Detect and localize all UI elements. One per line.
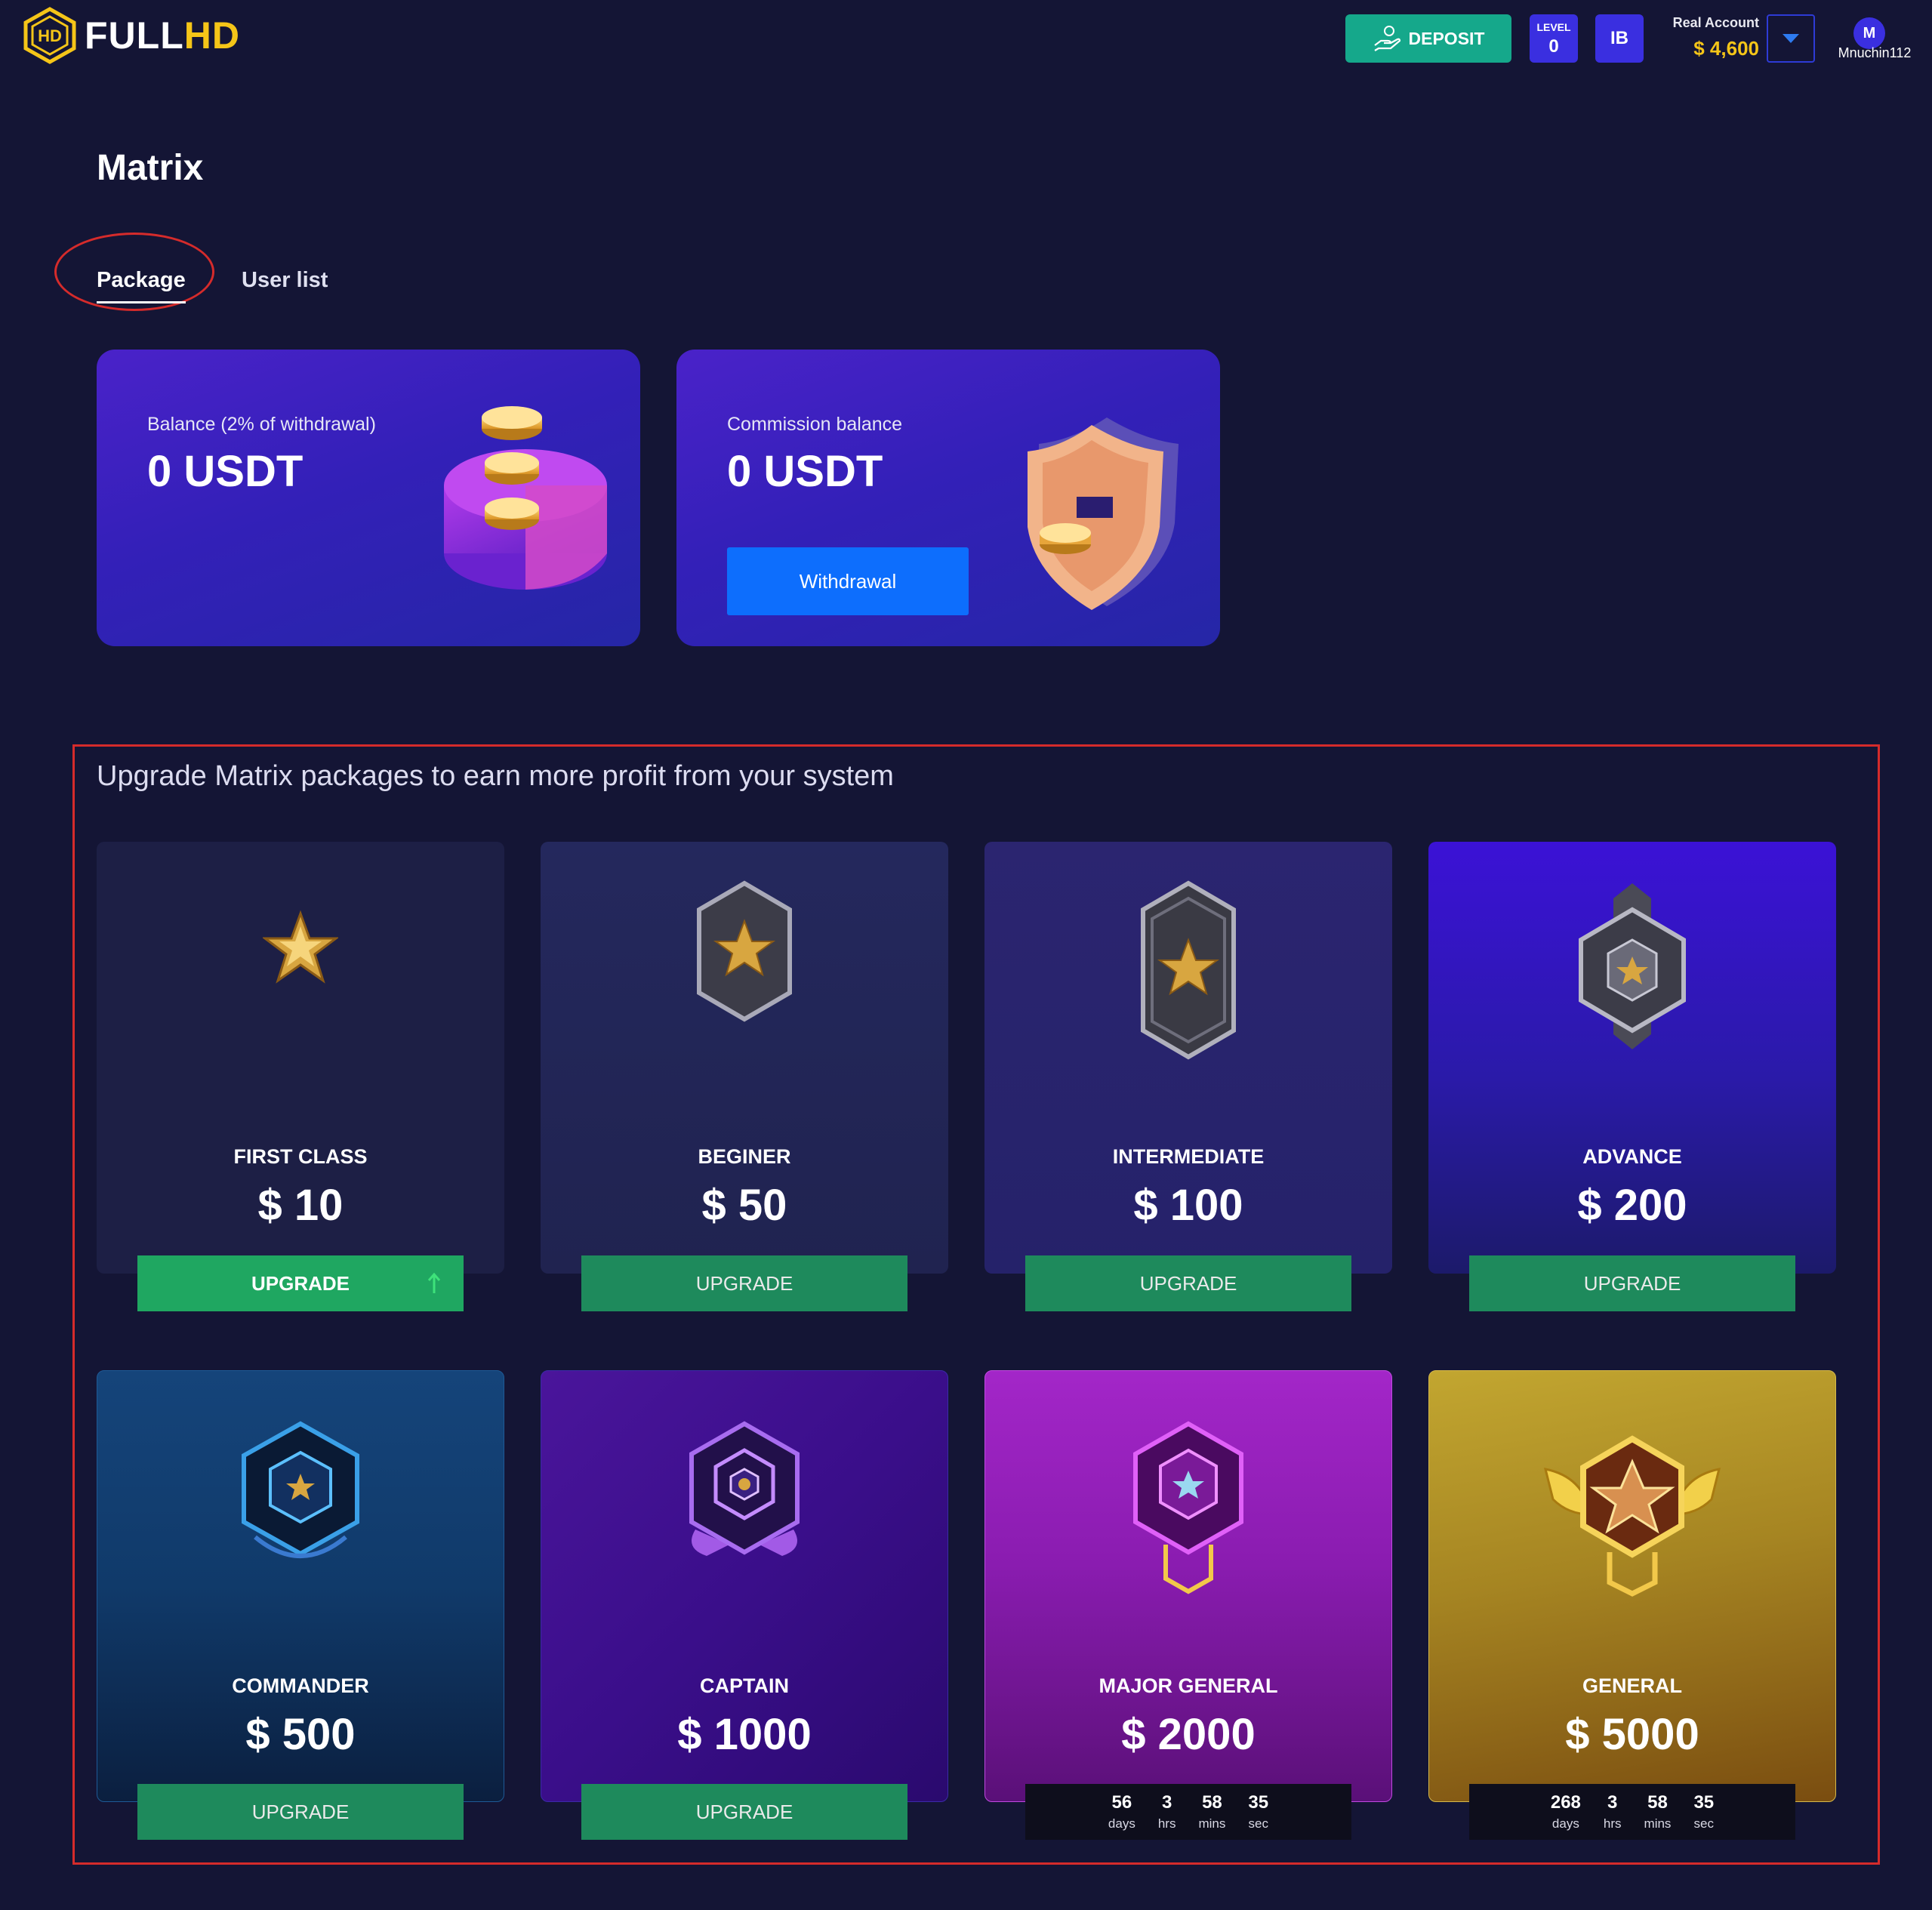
- deposit-label: DEPOSIT: [1408, 28, 1485, 48]
- balance-value: 0 USDT: [147, 447, 304, 496]
- package-card-first-class: FIRST CLASS $ 10: [97, 842, 504, 1274]
- package-name: INTERMEDIATE: [1112, 1145, 1265, 1168]
- countdown-minutes: 58 mins: [1198, 1792, 1226, 1831]
- package-card-captain: CAPTAIN $ 1000: [541, 1370, 948, 1802]
- upgrade-button-captain[interactable]: UPGRADE: [581, 1784, 907, 1840]
- account-summary[interactable]: Real Account $ 4,600: [1661, 15, 1759, 60]
- package-price: $ 500: [245, 1710, 356, 1759]
- package-name: MAJOR GENERAL: [1098, 1674, 1278, 1697]
- package-name: ADVANCE: [1582, 1145, 1682, 1168]
- avatar[interactable]: M: [1853, 17, 1885, 49]
- package-price: $ 1000: [677, 1710, 812, 1759]
- username[interactable]: Mnuchin112: [1833, 45, 1916, 61]
- package-card-beginer: BEGINER $ 50: [541, 842, 948, 1274]
- rank-badge-icon: [263, 910, 338, 984]
- package-name: BEGINER: [698, 1145, 791, 1168]
- package-price: $ 5000: [1565, 1710, 1699, 1759]
- rank-badge-icon: [1141, 880, 1236, 1060]
- tab-package[interactable]: Package: [97, 268, 186, 303]
- rank-badge-icon: [689, 1421, 800, 1556]
- level-label: LEVEL: [1536, 21, 1571, 33]
- arrow-up-icon: [427, 1272, 441, 1293]
- package-price: $ 10: [257, 1181, 344, 1230]
- rank-badge-icon: [242, 1421, 359, 1558]
- countdown-hours: 3 hrs: [1603, 1792, 1622, 1831]
- logo-icon: HD: [23, 7, 76, 64]
- upgrade-button-first-class[interactable]: UPGRADE: [137, 1255, 464, 1311]
- ib-label: IB: [1610, 28, 1628, 48]
- package-price: $ 100: [1133, 1181, 1243, 1230]
- balance-card: Balance (2% of withdrawal) 0 USDT: [97, 350, 640, 646]
- account-type: Real Account: [1672, 15, 1759, 30]
- upgrade-label: UPGRADE: [695, 1800, 793, 1823]
- upgrade-label: UPGRADE: [251, 1800, 350, 1823]
- upgrade-button-intermediate[interactable]: UPGRADE: [1025, 1255, 1351, 1311]
- coin-stack-icon: [444, 406, 607, 590]
- package-name: COMMANDER: [232, 1674, 369, 1697]
- package-price: $ 50: [701, 1181, 787, 1230]
- upgrade-button-commander[interactable]: UPGRADE: [137, 1784, 464, 1840]
- rank-badge-icon: [1133, 1421, 1243, 1594]
- package-card-intermediate: INTERMEDIATE $ 100: [984, 842, 1392, 1274]
- upgrade-heading: Upgrade Matrix packages to earn more pro…: [97, 760, 894, 792]
- package-name: GENERAL: [1582, 1674, 1682, 1697]
- package-price: $ 200: [1577, 1181, 1687, 1230]
- deposit-button[interactable]: DEPOSIT: [1345, 14, 1511, 63]
- package-name: FIRST CLASS: [233, 1145, 368, 1168]
- commission-label: Commission balance: [727, 414, 903, 435]
- countdown-major-general: 56 days 3 hrs 58 mins 35 sec: [1025, 1784, 1351, 1840]
- package-card-major-general: MAJOR GENERAL $ 2000: [984, 1370, 1392, 1802]
- rank-badge-icon: [1543, 1435, 1721, 1597]
- ib-button[interactable]: IB: [1595, 14, 1644, 63]
- svg-text:HD: HD: [38, 26, 62, 45]
- upgrade-label: UPGRADE: [1583, 1271, 1681, 1295]
- rank-badge-icon: [697, 880, 792, 1022]
- countdown-seconds: 35 sec: [1248, 1792, 1269, 1831]
- account-dropdown-button[interactable]: [1767, 14, 1815, 63]
- package-card-general: GENERAL $ 5000: [1428, 1370, 1836, 1802]
- countdown-seconds: 35 sec: [1693, 1792, 1715, 1831]
- level-value: 0: [1548, 36, 1559, 57]
- deposit-hand-icon: [1373, 26, 1400, 51]
- countdown-days: 56 days: [1108, 1792, 1135, 1831]
- shield-coin-icon: [1028, 417, 1179, 610]
- countdown-days: 268 days: [1550, 1792, 1581, 1831]
- upgrade-label: UPGRADE: [1139, 1271, 1237, 1295]
- package-name: CAPTAIN: [700, 1674, 789, 1697]
- upgrade-label: UPGRADE: [251, 1271, 350, 1295]
- package-card-advance: ADVANCE $ 200: [1428, 842, 1836, 1274]
- balance-label: Balance (2% of withdrawal): [147, 414, 376, 435]
- withdrawal-button[interactable]: Withdrawal: [727, 547, 969, 615]
- upgrade-button-beginer[interactable]: UPGRADE: [581, 1255, 907, 1311]
- package-price: $ 2000: [1121, 1710, 1256, 1759]
- upgrade-button-advance[interactable]: UPGRADE: [1469, 1255, 1795, 1311]
- withdrawal-label: Withdrawal: [799, 569, 897, 593]
- commission-value: 0 USDT: [727, 447, 883, 496]
- rank-badge-icon: [1579, 883, 1686, 1049]
- brand-name: FULLHD: [85, 14, 240, 57]
- chevron-down-icon: [1783, 34, 1799, 43]
- countdown-minutes: 58 mins: [1644, 1792, 1672, 1831]
- page-title: Matrix: [97, 148, 204, 188]
- commission-card: Commission balance 0 USDT Withdrawal: [676, 350, 1220, 646]
- account-balance: $ 4,600: [1693, 37, 1759, 60]
- brand-logo[interactable]: HD FULLHD: [23, 6, 240, 65]
- package-card-commander: COMMANDER $ 500: [97, 1370, 504, 1802]
- countdown-general: 268 days 3 hrs 58 mins 35 sec: [1469, 1784, 1795, 1840]
- tab-user-list[interactable]: User list: [242, 268, 328, 293]
- level-indicator[interactable]: LEVEL 0: [1530, 14, 1578, 63]
- avatar-initial: M: [1863, 24, 1876, 42]
- upgrade-label: UPGRADE: [695, 1271, 793, 1295]
- countdown-hours: 3 hrs: [1157, 1792, 1176, 1831]
- top-bar: HD FULLHD DEPOSIT LEVEL 0 IB Real Accoun…: [0, 0, 1932, 75]
